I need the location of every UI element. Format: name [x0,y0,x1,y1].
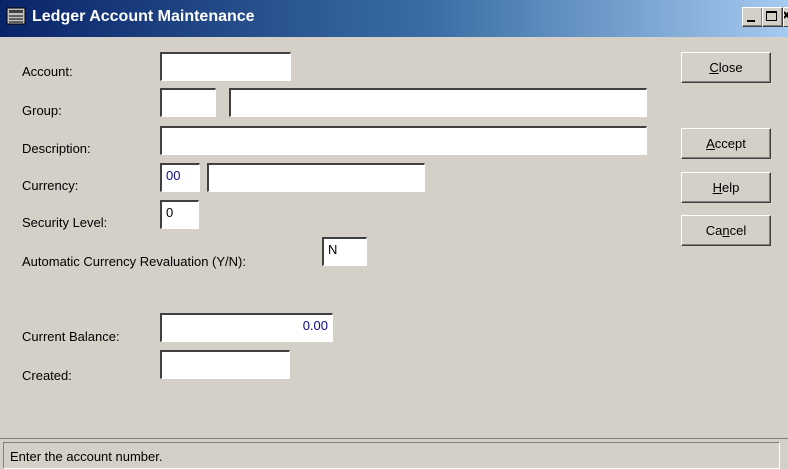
help-accelerator: H [712,180,723,195]
maximize-icon [766,11,777,21]
status-message: Enter the account number. [10,449,163,464]
status-panel: Enter the account number. [3,442,780,469]
security-level-label: Security Level: [22,215,108,230]
group-label: Group: [22,103,62,118]
description-input[interactable] [160,126,647,155]
close-window-button[interactable] [783,7,788,27]
ledger-book-icon[interactable] [6,6,26,26]
account-label: Account: [22,64,73,79]
maximize-button[interactable] [762,7,783,27]
cancel-accelerator: n [722,223,730,238]
auto-revaluation-input[interactable]: N [322,237,367,266]
group-name-input[interactable] [229,88,647,117]
close-accelerator: C [709,60,719,75]
accept-button[interactable]: Accept [681,128,771,159]
accept-accelerator: A [706,136,715,151]
auto-revaluation-label: Automatic Currency Revaluation (Y/N): [22,254,246,269]
minimize-icon [747,20,755,22]
account-input[interactable] [160,52,291,81]
current-balance-label: Current Balance: [22,329,120,344]
help-button[interactable]: Help [681,172,771,203]
created-value[interactable] [160,350,290,379]
currency-code-input[interactable]: 00 [160,163,200,192]
security-level-input[interactable]: 0 [160,200,199,229]
minimize-button[interactable] [742,7,763,27]
currency-name-input[interactable] [207,163,425,192]
status-bar: Enter the account number. [0,438,788,469]
window-title: Ledger Account Maintenance [32,8,255,25]
close-x-icon [784,11,788,19]
group-code-input[interactable] [160,88,216,117]
cancel-button[interactable]: Cancel [681,215,771,246]
created-label: Created: [22,368,72,383]
description-label: Description: [22,141,91,156]
title-bar[interactable]: Ledger Account Maintenance [0,0,788,37]
current-balance-value[interactable]: 0.00 [160,313,333,342]
currency-label: Currency: [22,178,79,193]
close-button[interactable]: Close [681,52,771,83]
